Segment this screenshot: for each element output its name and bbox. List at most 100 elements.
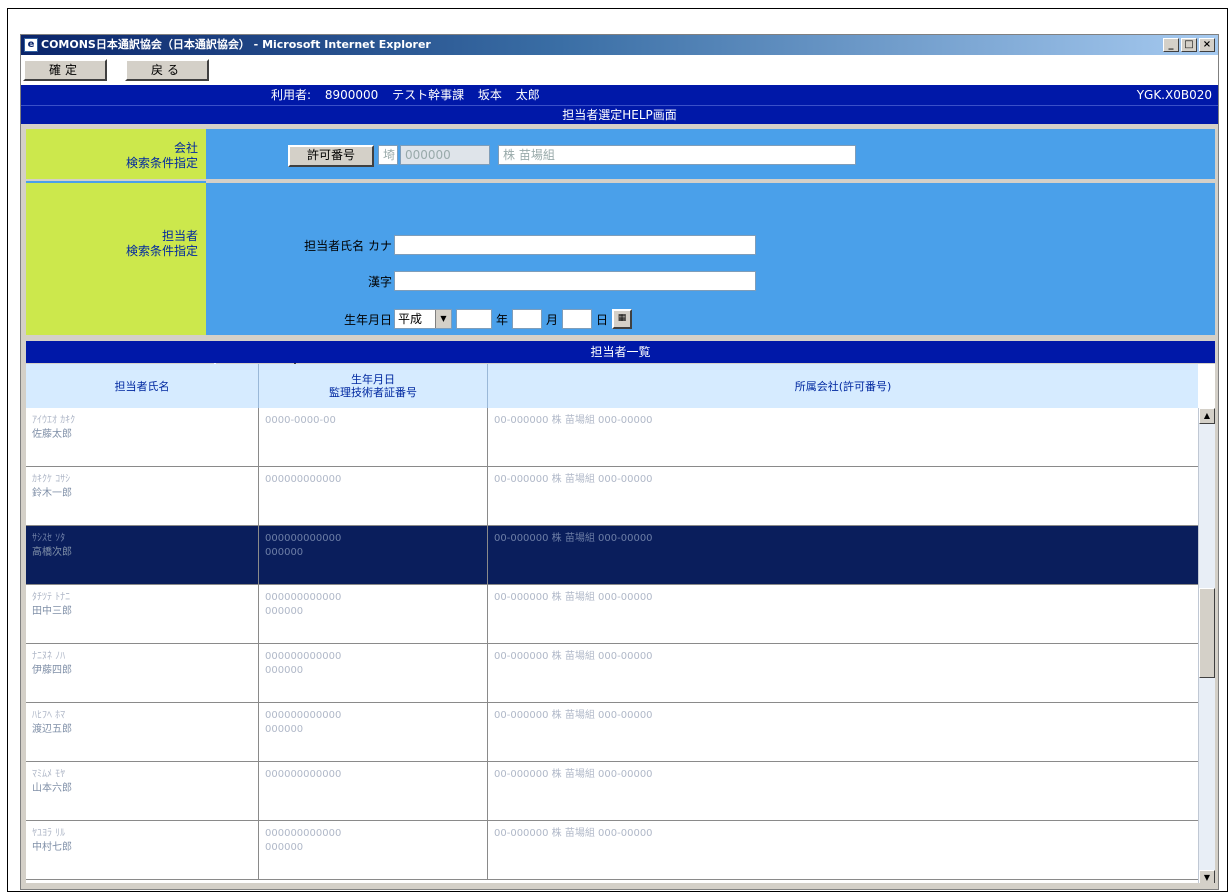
col-header-company: 所属会社(許可番号) [794, 379, 892, 393]
cell-cert-number: 000000000000 000000 [259, 821, 488, 879]
window-title: COMONS日本通訳協会（日本通訳協会） - Microsoft Interne… [41, 38, 431, 51]
era-select[interactable]: 平成 ▼ [394, 309, 452, 329]
cert-number-2: 000000 [265, 665, 304, 676]
back-button[interactable]: 戻る [125, 59, 209, 81]
toolbar: 確定 戻る [21, 55, 1218, 85]
cert-number-2: 000000 [265, 547, 304, 558]
list-header: 担当者氏名 生年月日 監理技術者証番号 所属会社(許可番号) [26, 364, 1198, 408]
era-value: 平成 [398, 312, 423, 326]
cell-person-name: ﾀﾁﾂﾃ ﾄﾅﾆ 田中三郎 [26, 585, 259, 643]
license-prefix-field[interactable]: 埼 [378, 145, 398, 165]
cell-company: 00-000000 株 苗場組 000-00000 [488, 762, 1198, 820]
user-info: 利用者: 8900000 テスト幹事課 坂本 太郎 [271, 88, 540, 102]
cell-person-name: ﾔﾕﾖﾗ ﾘﾙ 中村七郎 [26, 821, 259, 879]
name-kanji: 田中三郎 [32, 606, 72, 617]
company-license: 00-000000 株 苗場組 000-00000 [494, 415, 653, 426]
company-license: 00-000000 株 苗場組 000-00000 [494, 710, 653, 721]
cert-number: 000000000000 [265, 769, 342, 780]
cell-cert-number: 000000000000 [259, 467, 488, 525]
cert-number: 000000000000 [265, 828, 342, 839]
cell-person-name: ﾏﾐﾑﾒ ﾓﾔ 山本六郎 [26, 762, 259, 820]
kanji-name-input[interactable] [394, 271, 756, 291]
confirm-button[interactable]: 確定 [23, 59, 107, 81]
cell-person-name: ｱｲｳｴｵ ｶｷｸ 佐藤太郎 [26, 408, 259, 466]
cert-number-2: 000000 [265, 606, 304, 617]
col-header-cert: 生年月日 監理技術者証番号 [259, 364, 488, 408]
maximize-icon[interactable]: □ [1181, 38, 1197, 52]
horizontal-scrollbar[interactable] [21, 883, 1218, 889]
calendar-icon[interactable]: ▦ [612, 309, 632, 329]
cert-number: 0000-0000-00 [265, 415, 336, 426]
table-row[interactable]: ｶｷｸｹ ｺｻｼ 鈴木一郎 000000000000 00-000000 株 苗場組 … [26, 467, 1198, 526]
close-icon[interactable]: × [1199, 38, 1215, 52]
scroll-up-icon[interactable]: ▲ [1199, 408, 1215, 424]
table-row[interactable]: ﾔﾕﾖﾗ ﾘﾙ 中村七郎 000000000000 000000 00-000000 株… [26, 821, 1198, 880]
cell-person-name: ﾅﾆﾇﾈ ﾉﾊ 伊藤四郎 [26, 644, 259, 702]
col-header-name: 担当者氏名 [26, 364, 259, 408]
cell-cert-number: 000000000000 [259, 762, 488, 820]
company-license: 00-000000 株 苗場組 000-00000 [494, 592, 653, 603]
user-bar: 利用者: 8900000 テスト幹事課 坂本 太郎 YGK.X0B020 [21, 85, 1218, 105]
screen-title: 担当者選定HELP画面 [21, 105, 1218, 124]
system-id: YGK.X0B020 [1136, 88, 1212, 102]
search-criteria: 会社 検索条件指定 許可番号 埼 000000 株 苗場組 担当者 検索条件指定… [26, 129, 1215, 367]
scroll-thumb[interactable] [1199, 588, 1215, 678]
cell-company: 00-000000 株 苗場組 000-00000 [488, 467, 1198, 525]
table-row[interactable]: ﾊﾋﾌﾍ ﾎﾏ 渡辺五郎 000000000000 000000 00-000000 株… [26, 703, 1198, 762]
cell-cert-number: 000000000000 000000 [259, 644, 488, 702]
table-row[interactable]: ﾀﾁﾂﾃ ﾄﾅﾆ 田中三郎 000000000000 000000 00-000000 … [26, 585, 1198, 644]
table-row[interactable]: ﾏﾐﾑﾒ ﾓﾔ 山本六郎 000000000000 00-000000 株 苗場組 0… [26, 762, 1198, 821]
ie-icon: e [24, 38, 38, 52]
company-name-field: 株 苗場組 [498, 145, 856, 165]
table-row[interactable]: ｻｼｽｾ ｿﾀ 高橋次郎 000000000000 000000 00-000000 株… [26, 526, 1198, 585]
cell-company: 00-000000 株 苗場組 000-00000 [488, 821, 1198, 879]
name-kanji: 鈴木一郎 [32, 488, 72, 499]
name-kana: ﾊﾋﾌﾍ ﾎﾏ [32, 710, 66, 721]
license-number-field[interactable]: 000000 [400, 145, 490, 165]
cell-cert-number: 000000000000 000000 [259, 585, 488, 643]
license-number-button[interactable]: 許可番号 [288, 145, 374, 167]
cert-number: 000000000000 [265, 592, 342, 603]
list-title: 担当者一覧 [26, 341, 1215, 363]
cell-person-name: ﾊﾋﾌﾍ ﾎﾏ 渡辺五郎 [26, 703, 259, 761]
name-kanji: 中村七郎 [32, 842, 72, 853]
title-bar[interactable]: e COMONS日本通訳協会（日本通訳協会） - Microsoft Inter… [21, 35, 1218, 55]
browser-window: e COMONS日本通訳協会（日本通訳協会） - Microsoft Inter… [20, 34, 1219, 890]
cert-number: 000000000000 [265, 474, 342, 485]
minimize-icon[interactable]: _ [1163, 38, 1179, 52]
name-kanji: 高橋次郎 [32, 547, 72, 558]
kanji-label: 漢字 [367, 275, 392, 289]
person-criteria-label: 担当者 検索条件指定 [26, 183, 206, 335]
cell-cert-number: 000000000000 000000 [259, 526, 488, 584]
window-controls: _ □ × [1163, 38, 1215, 52]
cell-cert-number: 000000000000 000000 [259, 703, 488, 761]
company-license: 00-000000 株 苗場組 000-00000 [494, 533, 653, 544]
table-row[interactable]: ｱｲｳｴｵ ｶｷｸ 佐藤太郎 0000-0000-00 00-000000 株 苗場組… [26, 408, 1198, 467]
kana-name-input[interactable] [394, 235, 756, 255]
company-label-line2: 検索条件指定 [125, 156, 198, 170]
cert-number-2: 000000 [265, 724, 304, 735]
cell-company: 00-000000 株 苗場組 000-00000 [488, 526, 1198, 584]
birth-month-input[interactable] [512, 309, 542, 329]
chevron-down-icon[interactable]: ▼ [435, 310, 451, 328]
company-license: 00-000000 株 苗場組 000-00000 [494, 769, 653, 780]
cert-number-2: 000000 [265, 842, 304, 853]
birth-year-input[interactable] [456, 309, 492, 329]
name-kanji: 佐藤太郎 [32, 429, 72, 440]
month-unit: 月 [546, 313, 559, 327]
name-kana: ｻｼｽｾ ｿﾀ [32, 533, 66, 544]
table-row[interactable]: ﾅﾆﾇﾈ ﾉﾊ 伊藤四郎 000000000000 000000 00-000000 株… [26, 644, 1198, 703]
person-list: 担当者氏名 生年月日 監理技術者証番号 所属会社(許可番号) ｱｲｳｴｵ ｶｷｸ… [26, 364, 1215, 886]
company-license: 00-000000 株 苗場組 000-00000 [494, 474, 653, 485]
cell-company: 00-000000 株 苗場組 000-00000 [488, 703, 1198, 761]
name-kana: ｶｷｸｹ ｺｻｼ [32, 474, 71, 485]
name-kana: ﾔﾕﾖﾗ ﾘﾙ [32, 828, 66, 839]
name-kanji: 渡辺五郎 [32, 724, 72, 735]
vertical-scrollbar[interactable]: ▲ ▼ [1198, 408, 1215, 886]
cert-number: 000000000000 [265, 651, 342, 662]
cell-company: 00-000000 株 苗場組 000-00000 [488, 644, 1198, 702]
birth-day-input[interactable] [562, 309, 592, 329]
name-kana: ﾀﾁﾂﾃ ﾄﾅﾆ [32, 592, 71, 603]
name-kana: ﾏﾐﾑﾒ ﾓﾔ [32, 769, 66, 780]
cert-number: 000000000000 [265, 710, 342, 721]
